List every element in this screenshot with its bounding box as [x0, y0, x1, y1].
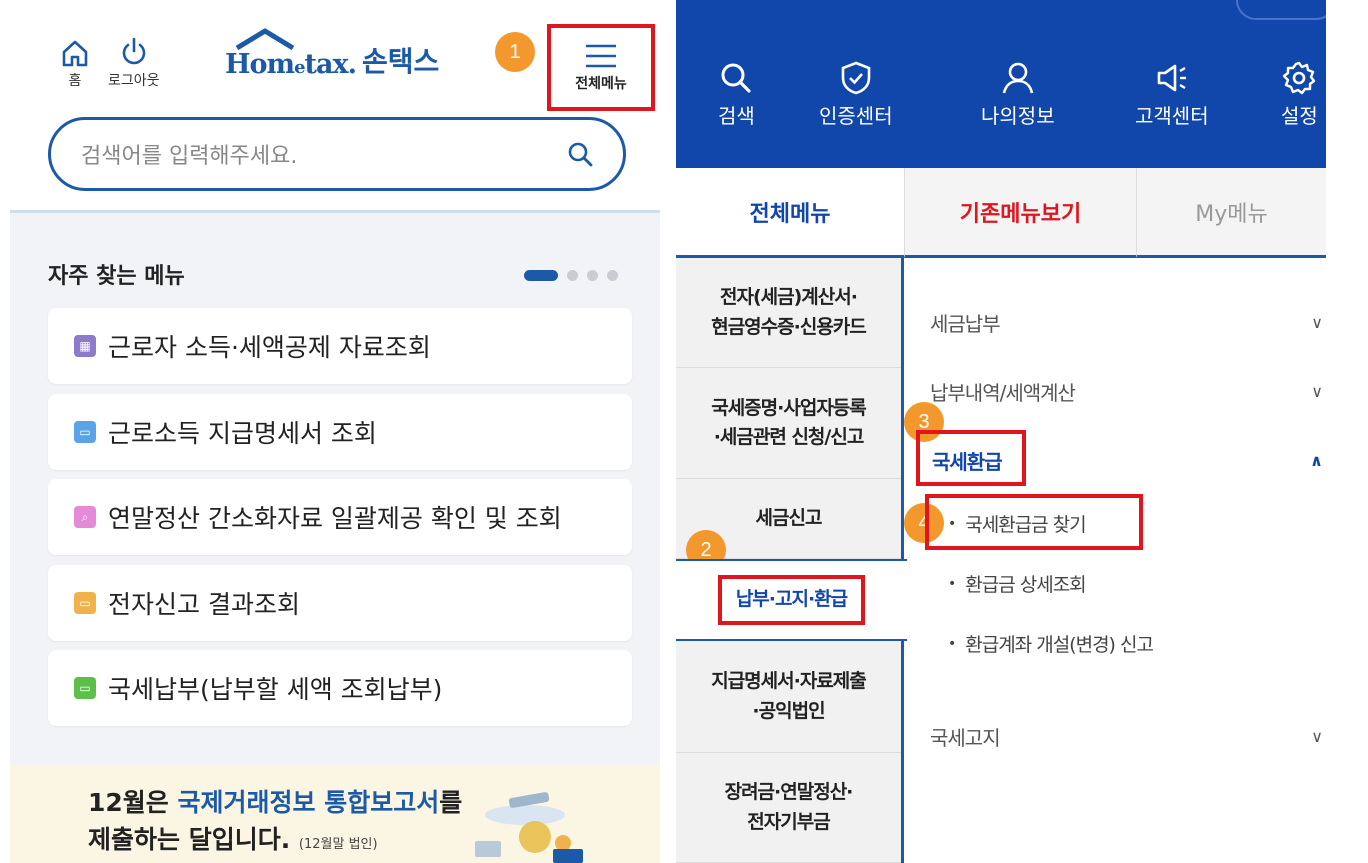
roof-icon: [235, 28, 295, 51]
full-menu-label: 전체메뉴: [575, 75, 627, 92]
home-button[interactable]: 홈: [60, 38, 90, 90]
faq-item-year-end-settlement[interactable]: ⌕ 연말정산 간소화자료 일괄제공 확인 및 조회: [48, 479, 632, 555]
shield-check-icon: [841, 61, 871, 95]
carousel-dot[interactable]: [587, 270, 598, 281]
home-label: 홈: [68, 73, 82, 89]
search-icon[interactable]: [567, 141, 593, 167]
tab-classic-menu[interactable]: 기존메뉴보기: [904, 168, 1136, 258]
full-menu-screen: 검색 인증센터 나의정보 고객센터 설정 전체메뉴 기존메뉴보기 My메뉴 전자…: [676, 0, 1326, 863]
brand-sontax: 손택스: [362, 45, 440, 78]
gear-icon: [1283, 61, 1316, 95]
search-doc-icon: ⌕: [74, 506, 96, 528]
submenu-payment-history[interactable]: 납부내역/세액계산 ∨: [930, 377, 1326, 406]
faq-item-label: 근로소득 지급명세서 조회: [108, 419, 377, 448]
faq-item-e-filing-result[interactable]: ▭ 전자신고 결과조회: [48, 565, 632, 641]
chevron-down-icon: ∨: [1311, 382, 1323, 401]
topbar-auth-center[interactable]: 인증센터: [819, 60, 893, 129]
topbar-customer-center[interactable]: 고객센터: [1135, 60, 1209, 129]
tab-full-menu[interactable]: 전체메뉴: [676, 168, 904, 258]
submenu-refund-account[interactable]: • 환급계좌 개설(변경) 신고: [948, 630, 1154, 657]
promo-banner[interactable]: 12월은 국제거래정보 통합보고서를 제출하는 달입니다. (12월말 법인): [10, 765, 660, 863]
chevron-down-icon: ∨: [1311, 313, 1323, 332]
category-payment-label: 납부·고지·환급: [717, 575, 866, 625]
home-icon: [62, 40, 88, 67]
carousel-dot[interactable]: [567, 270, 578, 281]
search-placeholder: 검색어를 입력해주세요.: [81, 144, 298, 169]
monitor-icon: ▭: [74, 421, 96, 443]
category-incentives[interactable]: 장려금·연말정산· 전자기부금: [676, 753, 901, 863]
chevron-up-icon: ∧: [1310, 451, 1323, 470]
category-list: 전자(세금)계산서· 현금영수증·신용카드 국세증명·사업자등록 ·세금관련 신청/…: [676, 258, 907, 863]
category-certificate-registration[interactable]: 국세증명·사업자등록 ·세금관련 신청/신고: [676, 368, 901, 479]
calendar-icon: ▦: [74, 335, 96, 357]
full-menu-button[interactable]: 전체메뉴: [547, 24, 655, 111]
faq-item-national-tax-payment[interactable]: ▭ 국세납부(납부할 세액 조회납부): [48, 650, 632, 726]
logout-button[interactable]: 로그아웃: [108, 36, 160, 90]
faq-item-label: 연말정산 간소화자료 일괄제공 확인 및 조회: [108, 504, 562, 533]
carousel-pagination[interactable]: [524, 270, 618, 281]
category-payment-notice-refund[interactable]: 납부·고지·환급: [676, 559, 907, 641]
banner-illustration-icon: [475, 792, 583, 863]
submenu-national-tax-notice[interactable]: 국세고지 ∨: [930, 722, 1326, 751]
faq-title: 자주 찾는 메뉴: [48, 264, 185, 289]
chevron-down-icon: ∨: [1311, 727, 1323, 746]
monitor-icon: ▭: [74, 592, 96, 614]
topbar-pill: [1236, 0, 1326, 20]
faq-item-label: 국세납부(납부할 세액 조회납부): [108, 675, 443, 704]
faq-item-label: 전자신고 결과조회: [108, 590, 300, 619]
faq-item-payment-statement[interactable]: ▭ 근로소득 지급명세서 조회: [48, 394, 632, 470]
hometax-logo: Hometax. 손택스: [225, 28, 440, 80]
step-badge-1: 1: [495, 32, 535, 72]
brand-hometax: Hometax.: [225, 49, 357, 80]
category-payment-statement[interactable]: 지급명세서·자료제출 ·공익법인: [676, 641, 901, 753]
submenu-national-tax-refund[interactable]: 국세환급 ∧: [932, 446, 1326, 475]
category-e-invoice[interactable]: 전자(세금)계산서· 현금영수증·신용카드: [676, 258, 901, 368]
menu-tabs: 전체메뉴 기존메뉴보기 My메뉴: [676, 168, 1326, 258]
banner-line-2: 제출하는 달입니다. (12월말 법인): [88, 825, 378, 854]
topbar-search[interactable]: 검색: [718, 60, 755, 129]
submenu-refund-detail[interactable]: • 환급금 상세조회: [948, 570, 1087, 597]
logout-label: 로그아웃: [108, 73, 160, 89]
search-icon: [721, 63, 752, 93]
search-input[interactable]: 검색어를 입력해주세요.: [48, 117, 626, 191]
carousel-dot[interactable]: [607, 270, 618, 281]
monitor-icon: ▭: [74, 677, 96, 699]
tab-my-menu[interactable]: My메뉴: [1136, 168, 1326, 258]
megaphone-icon: [1157, 64, 1186, 92]
user-icon: [1002, 62, 1034, 94]
banner-line-1: 12월은 국제거래정보 통합보고서를: [88, 788, 463, 817]
menu-topbar: 검색 인증센터 나의정보 고객센터 설정: [676, 0, 1326, 168]
submenu-tax-payment[interactable]: 세금납부 ∨: [930, 308, 1326, 337]
mobile-home-screen: 홈 로그아웃 Hometax. 손택스 1 전체메뉴 검색어를 입력해주세요. …: [10, 0, 660, 863]
faq-item-label: 근로자 소득·세액공제 자료조회: [108, 333, 431, 362]
submenu-find-refund[interactable]: • 국세환급금 찾기: [948, 510, 1087, 537]
topbar-my-info[interactable]: 나의정보: [981, 60, 1055, 129]
carousel-dot-active[interactable]: [524, 270, 558, 281]
faq-item-deduction-lookup[interactable]: ▦ 근로자 소득·세액공제 자료조회: [48, 308, 632, 384]
hamburger-icon: [586, 44, 616, 67]
power-icon: [122, 37, 145, 65]
topbar-settings[interactable]: 설정: [1281, 60, 1318, 129]
